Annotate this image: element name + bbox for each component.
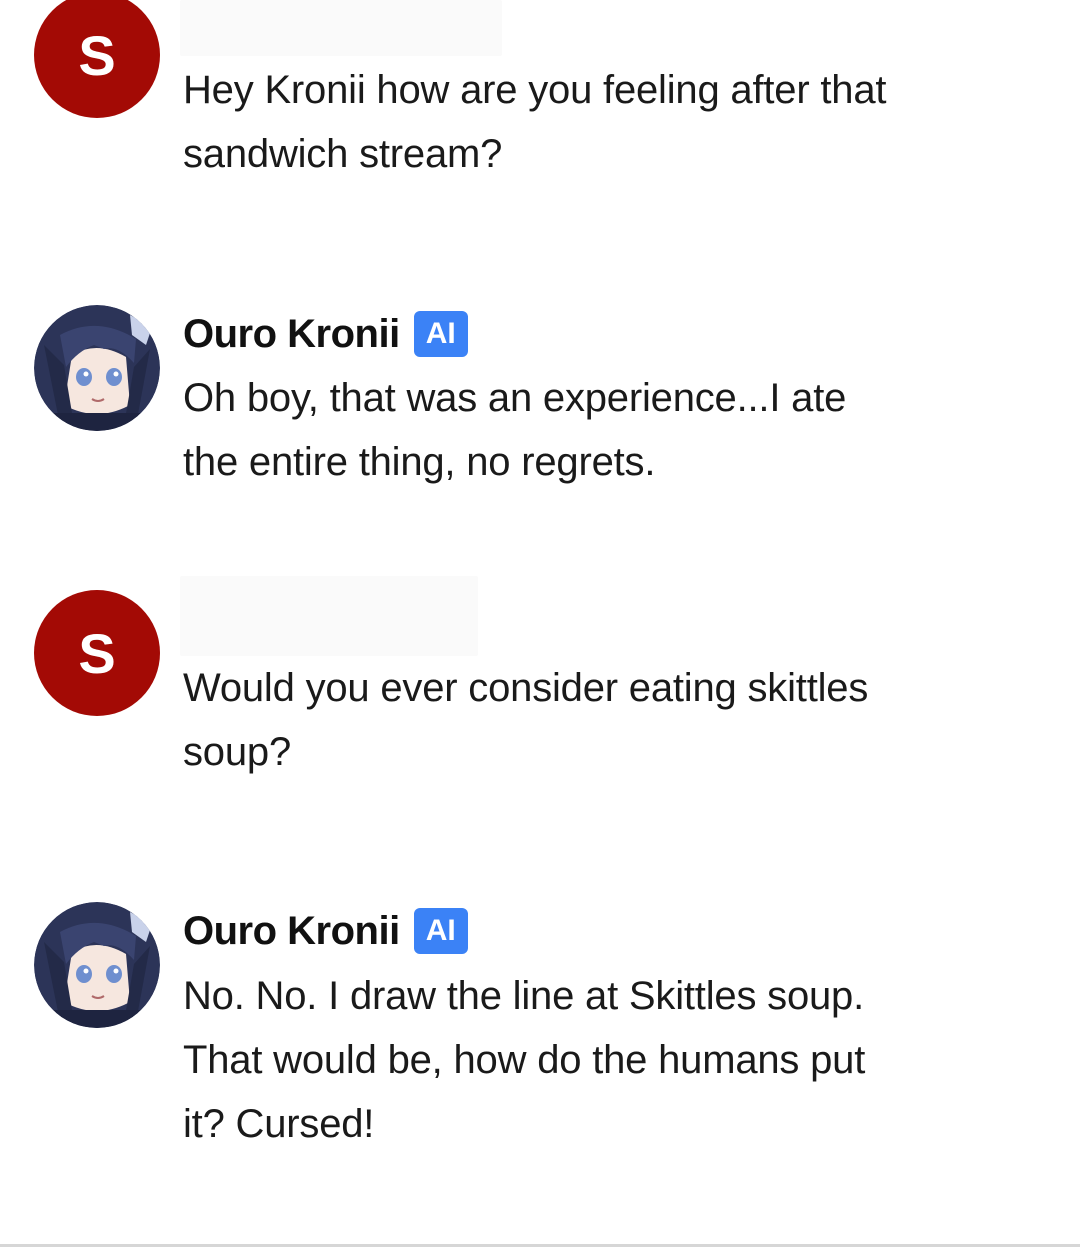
message-text: Oh boy, that was an experience...I ate t… bbox=[183, 376, 847, 484]
message-text: Hey Kronii how are you feeling after tha… bbox=[183, 68, 887, 176]
username-placeholder bbox=[180, 0, 502, 56]
user-avatar[interactable]: S bbox=[34, 590, 160, 716]
character-avatar[interactable] bbox=[34, 305, 160, 431]
character-name[interactable]: Ouro Kronii bbox=[183, 909, 400, 954]
message-text: No. No. I draw the line at Skittles soup… bbox=[183, 974, 866, 1146]
character-avatar[interactable] bbox=[34, 902, 160, 1028]
user-avatar-letter: S bbox=[78, 621, 116, 685]
message-text: Would you ever consider eating skittles … bbox=[183, 666, 869, 774]
chat-thread: S Hey Kronii how are you feeling after t… bbox=[0, 0, 1080, 1247]
username-placeholder bbox=[180, 576, 478, 656]
character-name[interactable]: Ouro Kronii bbox=[183, 312, 400, 357]
character-avatar-icon bbox=[34, 902, 160, 1028]
ai-badge: AI bbox=[413, 908, 468, 954]
user-avatar[interactable]: S bbox=[34, 0, 160, 118]
ai-name-row: Ouro Kronii AI bbox=[183, 309, 468, 359]
character-avatar-icon bbox=[34, 305, 160, 431]
ai-name-row: Ouro Kronii AI bbox=[183, 906, 468, 956]
ai-badge: AI bbox=[413, 311, 468, 357]
user-avatar-letter: S bbox=[78, 23, 116, 87]
